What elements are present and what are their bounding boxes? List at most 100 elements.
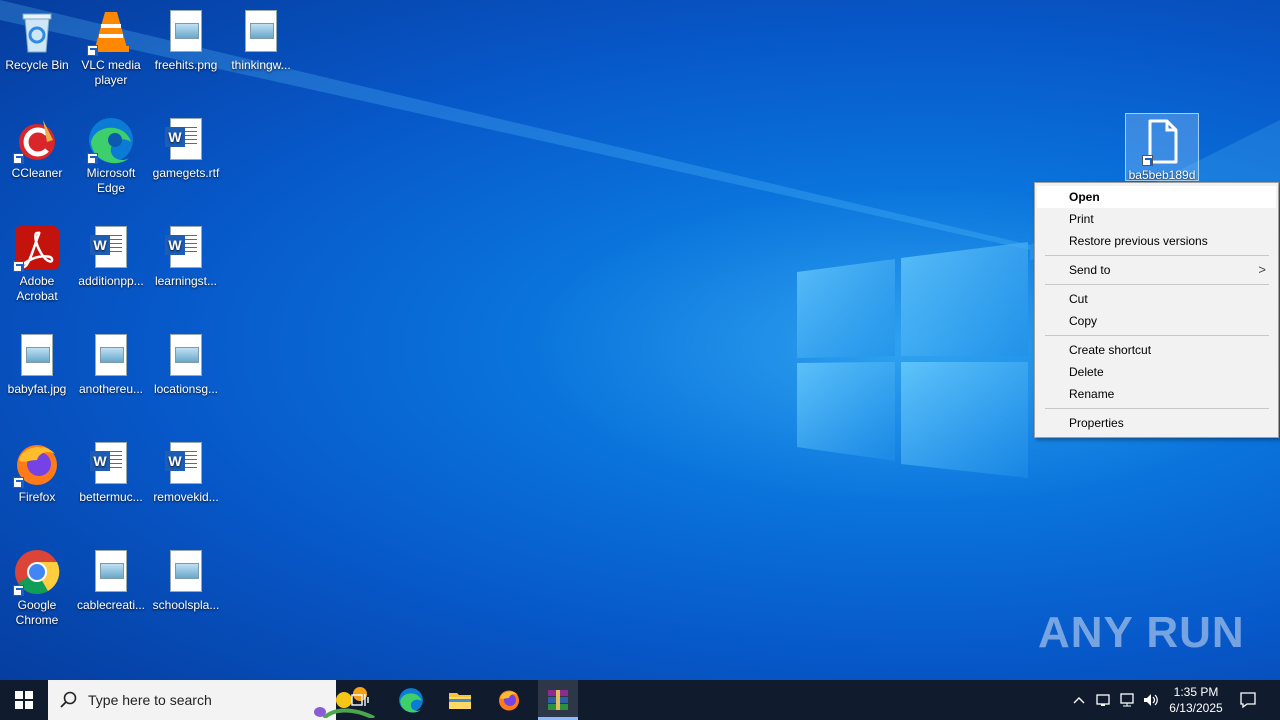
menu-item-delete[interactable]: Delete xyxy=(1037,361,1276,383)
desktop-icon-freehits[interactable]: freehits.png xyxy=(149,4,223,73)
desktop-icon-additionpp[interactable]: additionpp... xyxy=(74,220,148,289)
taskbar-edge-button[interactable] xyxy=(391,680,431,720)
desktop-icon-label: learningst... xyxy=(154,274,218,288)
show-hidden-icons-button[interactable] xyxy=(1068,680,1090,720)
image-file-icon xyxy=(162,548,210,596)
shortcut-overlay-icon xyxy=(13,153,24,164)
desktop-icon-schoolspla[interactable]: schoolspla... xyxy=(149,544,223,613)
recycle-bin-icon xyxy=(13,8,61,56)
task-view-button[interactable] xyxy=(340,680,380,720)
image-file-icon xyxy=(162,332,210,380)
desktop-icon-label: bettermuc... xyxy=(79,490,143,504)
desktop-icon-selected-file[interactable]: ba5beb189d6 xyxy=(1125,113,1199,197)
anyrun-watermark: ANY RUN xyxy=(1038,608,1245,657)
chevron-right-icon: > xyxy=(1258,262,1266,277)
taskbar-clock[interactable]: 1:35 PM 6/13/2025 xyxy=(1162,680,1230,720)
desktop-icon-label: freehits.png xyxy=(154,58,218,72)
desktop-icon-learningst[interactable]: learningst... xyxy=(149,220,223,289)
taskbar-search-box[interactable]: Type here to search xyxy=(48,680,375,720)
desktop-icon-anothereu[interactable]: anothereu... xyxy=(74,328,148,397)
image-file-icon xyxy=(237,8,285,56)
menu-separator xyxy=(1045,335,1269,336)
menu-item-copy[interactable]: Copy xyxy=(1037,310,1276,332)
desktop-icon-label: babyfat.jpg xyxy=(7,382,67,396)
device-icon xyxy=(1096,694,1110,706)
tray-security-button[interactable] xyxy=(1092,680,1114,720)
menu-item-create-shortcut[interactable]: Create shortcut xyxy=(1037,339,1276,361)
menu-item-open[interactable]: Open xyxy=(1037,186,1276,208)
word-file-icon xyxy=(162,440,210,488)
desktop-icon-locationsg[interactable]: locationsg... xyxy=(149,328,223,397)
desktop-icon-bettermuc[interactable]: bettermuc... xyxy=(74,436,148,505)
desktop-icon-removekid[interactable]: removekid... xyxy=(149,436,223,505)
shortcut-overlay-icon xyxy=(13,477,24,488)
network-icon xyxy=(1120,693,1134,707)
action-center-button[interactable] xyxy=(1232,680,1264,720)
blank-file-icon xyxy=(1138,118,1186,166)
desktop-icon-label: Adobe Acrobat xyxy=(16,274,58,303)
taskbar-winrar-button[interactable] xyxy=(538,680,578,720)
word-file-icon xyxy=(162,224,210,272)
menu-item-label: Send to xyxy=(1069,263,1111,277)
clock-date: 6/13/2025 xyxy=(1169,701,1223,715)
search-placeholder: Type here to search xyxy=(88,692,212,708)
edge-icon xyxy=(399,688,423,713)
edge-icon xyxy=(87,116,135,164)
desktop-icon-label: additionpp... xyxy=(78,274,144,288)
shortcut-overlay-icon xyxy=(87,153,98,164)
desktop-icon-firefox[interactable]: Firefox xyxy=(0,436,74,505)
desktop-icon-label: CCleaner xyxy=(11,166,63,180)
desktop-icon-label: Microsoft Edge xyxy=(86,166,136,195)
image-file-icon xyxy=(87,548,135,596)
chrome-icon xyxy=(13,548,61,596)
desktop-icon-label: locationsg... xyxy=(153,382,219,396)
winrar-icon xyxy=(548,690,568,710)
shortcut-overlay-icon xyxy=(1142,155,1153,166)
search-icon xyxy=(60,691,77,708)
word-file-icon xyxy=(87,440,135,488)
image-file-icon xyxy=(162,8,210,56)
desktop-icon-label: VLC media player xyxy=(81,58,141,87)
desktop-icon-microsoft-edge[interactable]: Microsoft Edge xyxy=(74,112,148,196)
menu-item-properties[interactable]: Properties xyxy=(1037,412,1276,434)
desktop-icon-vlc[interactable]: VLC media player xyxy=(74,4,148,88)
desktop-icon-label: thinkingw... xyxy=(231,58,291,72)
firefox-icon xyxy=(13,440,61,488)
start-button[interactable] xyxy=(0,680,48,720)
desktop-icon-gamegets[interactable]: gamegets.rtf xyxy=(149,112,223,181)
shortcut-overlay-icon xyxy=(13,261,24,272)
image-file-icon xyxy=(13,332,61,380)
desktop-icon-babyfat[interactable]: babyfat.jpg xyxy=(0,328,74,397)
desktop-icon-ccleaner[interactable]: CCleaner xyxy=(0,112,74,181)
clock-time: 1:35 PM xyxy=(1173,685,1219,699)
shortcut-overlay-icon xyxy=(13,585,24,596)
menu-separator xyxy=(1045,284,1269,285)
notification-icon xyxy=(1240,692,1256,709)
desktop-icon-thinkingw[interactable]: thinkingw... xyxy=(224,4,298,73)
taskbar-file-explorer-button[interactable] xyxy=(440,680,480,720)
word-file-icon xyxy=(87,224,135,272)
desktop-icon-label: schoolspla... xyxy=(152,598,220,612)
context-menu: Open Print Restore previous versions Sen… xyxy=(1034,182,1279,438)
tray-volume-button[interactable] xyxy=(1140,680,1162,720)
image-file-icon xyxy=(87,332,135,380)
menu-item-cut[interactable]: Cut xyxy=(1037,288,1276,310)
desktop-icon-label: cablecreati... xyxy=(76,598,146,612)
menu-separator xyxy=(1045,408,1269,409)
menu-item-send-to[interactable]: Send to > xyxy=(1037,259,1276,281)
taskbar-firefox-button[interactable] xyxy=(489,680,529,720)
tray-network-button[interactable] xyxy=(1116,680,1138,720)
firefox-icon xyxy=(499,690,519,711)
desktop-icon-label: removekid... xyxy=(153,490,219,504)
menu-item-rename[interactable]: Rename xyxy=(1037,383,1276,405)
desktop-icon-label: anothereu... xyxy=(78,382,144,396)
desktop-icon-adobe-acrobat[interactable]: Adobe Acrobat xyxy=(0,220,74,304)
menu-item-print[interactable]: Print xyxy=(1037,208,1276,230)
vlc-icon xyxy=(87,8,135,56)
desktop-icon-cablecreati[interactable]: cablecreati... xyxy=(74,544,148,613)
word-file-icon xyxy=(162,116,210,164)
folder-icon xyxy=(449,693,471,709)
menu-item-restore-previous-versions[interactable]: Restore previous versions xyxy=(1037,230,1276,252)
desktop-icon-recycle-bin[interactable]: Recycle Bin xyxy=(0,4,74,73)
desktop-icon-google-chrome[interactable]: Google Chrome xyxy=(0,544,74,628)
